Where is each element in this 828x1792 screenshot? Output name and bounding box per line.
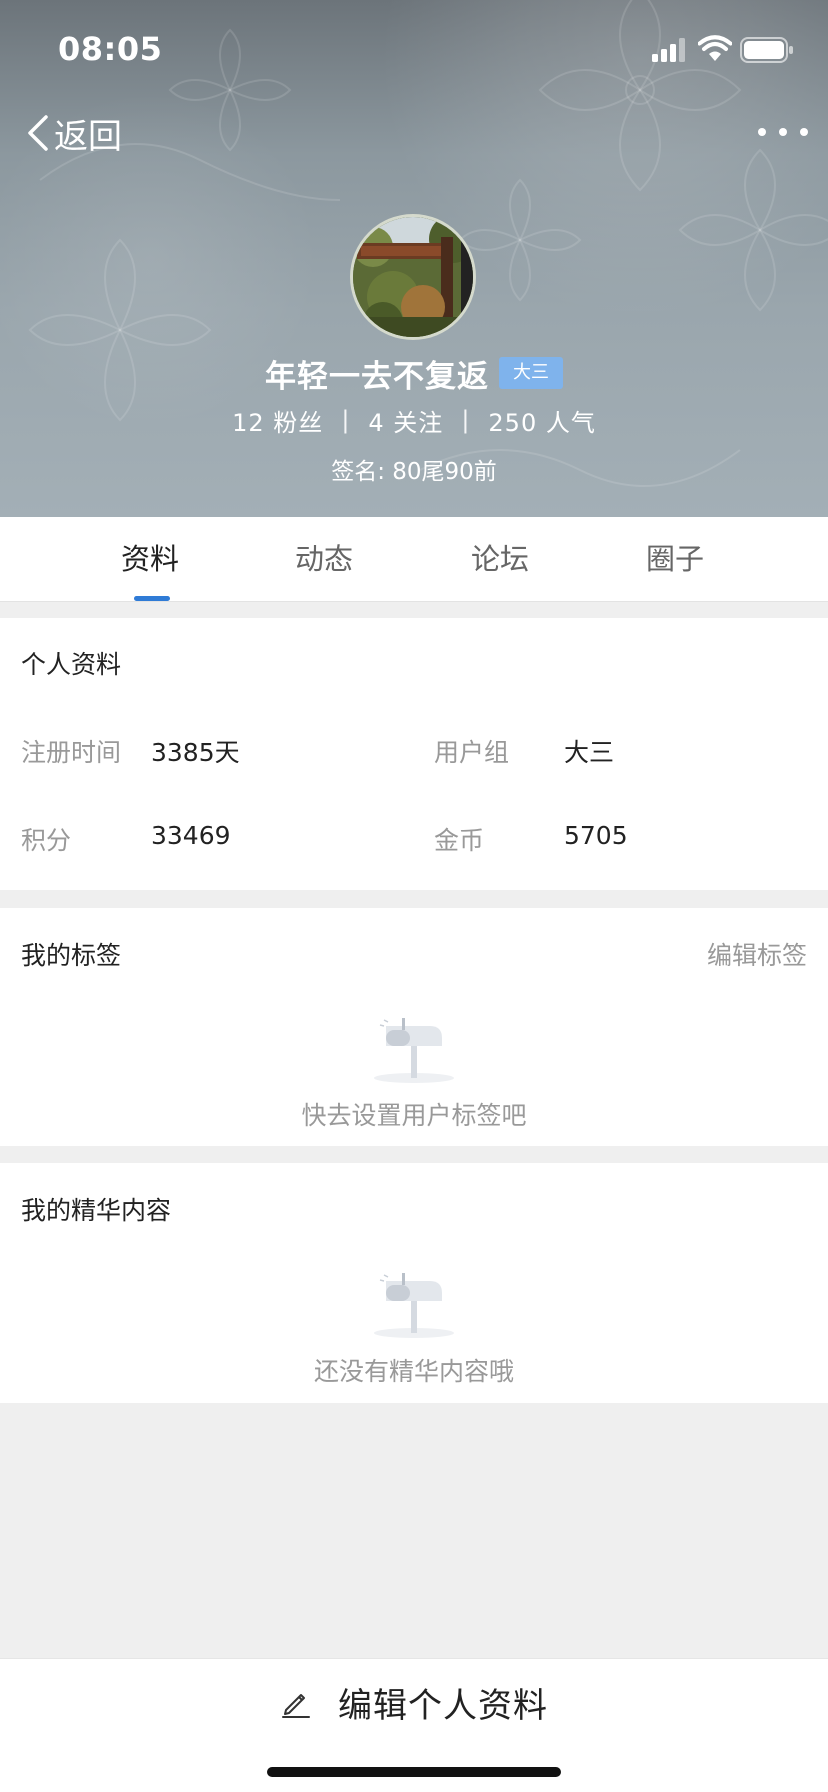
home-indicator[interactable] — [267, 1767, 561, 1777]
user-signature: 签名: 80尾90前 — [331, 459, 497, 485]
tags-empty-text: 快去设置用户标签吧 — [301, 1101, 527, 1130]
featured-content-title: 我的精华内容 — [21, 1196, 172, 1225]
chevron-left-icon — [28, 115, 48, 151]
points-label: 积分 — [21, 826, 72, 855]
coins-value: 5705 — [564, 821, 628, 850]
avatar[interactable] — [350, 214, 476, 340]
pencil-icon — [282, 1694, 310, 1718]
tags-card: 我的标签 编辑标签 快去设置用户标签吧 — [0, 908, 828, 1146]
tab-circles[interactable]: 圈子 — [646, 517, 704, 601]
avatar-image — [353, 217, 473, 337]
profile-header: 08:05 返回 年轻一去不复返 大三 12 粉丝 | 4 关注 | 250 人… — [0, 0, 828, 517]
edit-profile-button[interactable]: 编辑个人资料 — [0, 1659, 828, 1745]
coins-label: 金币 — [434, 826, 485, 855]
mailbox-icon — [374, 1018, 454, 1083]
wifi-icon — [698, 35, 732, 61]
personal-info-card: 个人资料 注册时间 3385天 用户组 大三 积分 33469 金币 5705 — [0, 618, 828, 890]
user-name: 年轻一去不复返 — [265, 358, 489, 395]
back-button[interactable]: 返回 — [24, 108, 122, 158]
level-badge: 大三 — [499, 357, 563, 389]
tab-forum[interactable]: 论坛 — [471, 517, 529, 601]
back-label: 返回 — [54, 116, 122, 157]
fans-count[interactable]: 12 粉丝 — [232, 403, 323, 438]
profile-screen: 08:05 返回 年轻一去不复返 大三 12 粉丝 | 4 关注 | 250 人… — [0, 0, 828, 1792]
name-row: 年轻一去不复返 大三 — [0, 348, 828, 398]
tags-title: 我的标签 — [21, 941, 122, 970]
user-group-value: 大三 — [564, 738, 615, 767]
tab-activity[interactable]: 动态 — [295, 517, 353, 601]
active-tab-indicator — [134, 596, 170, 601]
stats-separator: | — [461, 406, 471, 434]
tab-profile[interactable]: 资料 — [121, 517, 179, 601]
status-time: 08:05 — [58, 30, 163, 68]
featured-empty-text: 还没有精华内容哦 — [313, 1357, 514, 1386]
edit-profile-label: 编辑个人资料 — [338, 1685, 548, 1726]
bottom-action-bar: 编辑个人资料 — [0, 1658, 828, 1792]
featured-content-card: 我的精华内容 还没有精华内容哦 — [0, 1163, 828, 1403]
cellular-signal-icon — [652, 38, 685, 62]
following-count[interactable]: 4 关注 — [368, 403, 443, 438]
personal-info-title: 个人资料 — [21, 650, 122, 679]
user-group-label: 用户组 — [434, 738, 510, 767]
registration-time-label: 注册时间 — [21, 738, 122, 767]
battery-icon — [740, 37, 793, 63]
more-options-icon[interactable] — [758, 112, 808, 152]
profile-tab-bar: 资料 动态 论坛 圈子 — [0, 517, 828, 602]
edit-tags-link[interactable]: 编辑标签 — [707, 936, 807, 972]
stats-separator: | — [341, 406, 351, 434]
points-value: 33469 — [151, 821, 231, 850]
mailbox-icon — [374, 1273, 454, 1338]
popularity-count: 250 人气 — [488, 408, 596, 437]
status-bar: 08:05 — [0, 0, 828, 96]
stats-row: 12 粉丝 | 4 关注 | 250 人气 — [0, 400, 828, 440]
registration-time-value: 3385天 — [151, 738, 240, 767]
